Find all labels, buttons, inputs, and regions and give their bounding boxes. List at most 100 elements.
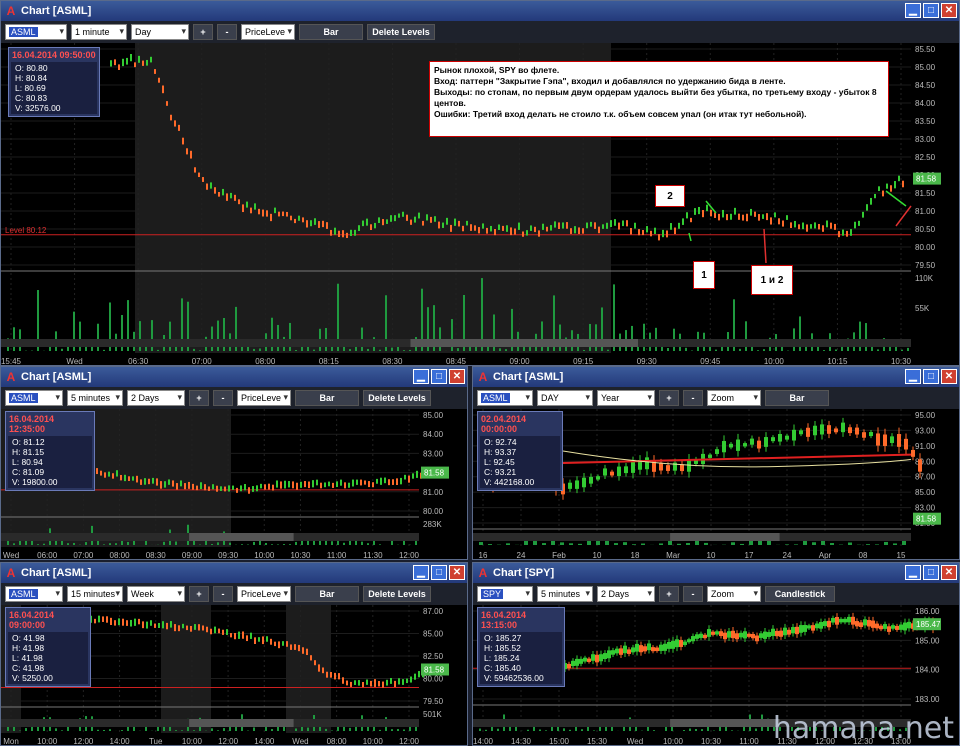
app-logo-icon: A: [478, 566, 488, 580]
mode-select[interactable]: Zoom: [707, 390, 761, 406]
volume-bar: [103, 729, 105, 731]
mode-select[interactable]: Zoom: [707, 586, 761, 602]
close-icon[interactable]: ✕: [941, 565, 957, 580]
mode-select[interactable]: PriceLeve: [237, 390, 291, 406]
close-icon[interactable]: ✕: [449, 369, 465, 384]
interval-select[interactable]: 15 minutes: [67, 586, 123, 602]
maximize-icon[interactable]: □: [923, 369, 939, 384]
window-title: Chart [SPY]: [493, 567, 555, 579]
close-icon[interactable]: ✕: [941, 3, 957, 18]
title-bar[interactable]: A Chart [ASML] ▁ □ ✕: [1, 563, 467, 583]
zoom-out-button[interactable]: -: [217, 24, 237, 40]
x-tick-label: 09:30: [637, 357, 658, 366]
price-bar: [813, 425, 817, 436]
style-button[interactable]: Bar: [295, 586, 359, 602]
ohlc-info-box: 02.04.2014 00:00:00 O: 92.74 H: 93.37 L: 9…: [477, 411, 563, 491]
title-bar[interactable]: A Chart [SPY] ▁ □ ✕: [473, 563, 959, 583]
period-select[interactable]: Year: [597, 390, 655, 406]
volume-bar: [211, 728, 213, 731]
volume-bar: [379, 544, 381, 545]
title-bar[interactable]: A Chart [ASML] ▁ □ ✕: [473, 367, 959, 387]
x-tick-label: 09:45: [700, 357, 721, 366]
price-bar: [659, 462, 663, 471]
maximize-icon[interactable]: □: [923, 565, 939, 580]
interval-select[interactable]: 5 minutes: [537, 586, 593, 602]
symbol-select[interactable]: ASML: [5, 390, 63, 406]
volume-bar: [211, 544, 213, 545]
style-button[interactable]: Bar: [765, 390, 829, 406]
close-icon[interactable]: ✕: [941, 369, 957, 384]
scrollbar-thumb: [189, 533, 294, 541]
zoom-in-button[interactable]: +: [189, 586, 209, 602]
delete-levels-button[interactable]: Delete Levels: [363, 390, 431, 406]
period-select[interactable]: 2 Days: [597, 586, 655, 602]
delete-levels-button[interactable]: Delete Levels: [367, 24, 435, 40]
volume-bar: [749, 540, 753, 545]
zoom-in-button[interactable]: +: [189, 390, 209, 406]
price-bar: [723, 632, 727, 640]
x-tick-label: 10:00: [363, 737, 384, 746]
minimize-icon[interactable]: ▁: [905, 3, 921, 18]
minimize-icon[interactable]: ▁: [905, 565, 921, 580]
maximize-icon[interactable]: □: [923, 3, 939, 18]
symbol-select[interactable]: ASML: [5, 586, 63, 602]
close-icon[interactable]: ✕: [449, 565, 465, 580]
chart-window-asml-15min: A Chart [ASML] ▁□✕ ASML 15 minutes Week +…: [0, 562, 468, 746]
price-bar: [843, 618, 847, 623]
zoom-in-button[interactable]: +: [659, 390, 679, 406]
price-bar: [839, 618, 843, 623]
period-select[interactable]: Week: [127, 586, 185, 602]
volume-bar: [907, 347, 909, 351]
zoom-in-button[interactable]: +: [659, 586, 679, 602]
volume-bar: [409, 726, 411, 731]
volume-bar: [559, 324, 561, 351]
volume-bar: [217, 542, 219, 545]
x-tick-label: 10:00: [182, 737, 203, 746]
y-tick-label: 85.00: [423, 630, 444, 639]
x-tick-label: 10:00: [663, 737, 684, 746]
price-bar: [627, 649, 631, 654]
interval-select[interactable]: 5 minutes: [67, 390, 123, 406]
title-bar[interactable]: A Chart [ASML] ▁ □ ✕: [1, 1, 959, 21]
minimize-icon[interactable]: ▁: [905, 369, 921, 384]
y-tick-label: 80.00: [423, 675, 444, 684]
delete-levels-button[interactable]: Delete Levels: [363, 586, 431, 602]
price-bar: [862, 432, 866, 438]
volume-bar: [539, 729, 541, 731]
mode-select[interactable]: PriceLeve: [237, 586, 291, 602]
period-select[interactable]: Day: [131, 24, 189, 40]
y-tick-label: 79.50: [915, 261, 936, 270]
zoom-out-button[interactable]: -: [213, 586, 233, 602]
maximize-icon[interactable]: □: [431, 565, 447, 580]
period-select[interactable]: 2 Days: [127, 390, 185, 406]
minimize-icon[interactable]: ▁: [413, 565, 429, 580]
volume-bar: [307, 727, 309, 731]
symbol-select[interactable]: ASML: [5, 24, 67, 40]
zoom-out-button[interactable]: -: [683, 586, 703, 602]
app-logo-icon: A: [6, 4, 16, 18]
title-bar[interactable]: A Chart [ASML] ▁ □ ✕: [1, 367, 467, 387]
interval-select[interactable]: 1 minute: [71, 24, 127, 40]
zoom-out-button[interactable]: -: [213, 390, 233, 406]
mode-select[interactable]: PriceLeve: [241, 24, 295, 40]
volume-bar: [313, 349, 315, 351]
symbol-select[interactable]: SPY: [477, 586, 533, 602]
symbol-select[interactable]: ASML: [477, 390, 533, 406]
zoom-out-button[interactable]: -: [683, 390, 703, 406]
maximize-icon[interactable]: □: [431, 369, 447, 384]
price-bar: [729, 443, 733, 448]
style-button[interactable]: Bar: [295, 390, 359, 406]
style-button[interactable]: Bar: [299, 24, 363, 40]
volume-bar: [325, 728, 327, 731]
price-bar: [683, 641, 687, 646]
volume-bar: [277, 324, 279, 351]
minimize-icon[interactable]: ▁: [413, 369, 429, 384]
volume-bar: [289, 544, 291, 545]
price-bar: [887, 626, 891, 632]
interval-select[interactable]: DAY: [537, 390, 593, 406]
volume-bar: [379, 729, 381, 731]
zoom-in-button[interactable]: +: [193, 24, 213, 40]
price-bar: [631, 647, 635, 653]
volume-bar: [755, 728, 757, 731]
style-button[interactable]: Candlestick: [765, 586, 835, 602]
